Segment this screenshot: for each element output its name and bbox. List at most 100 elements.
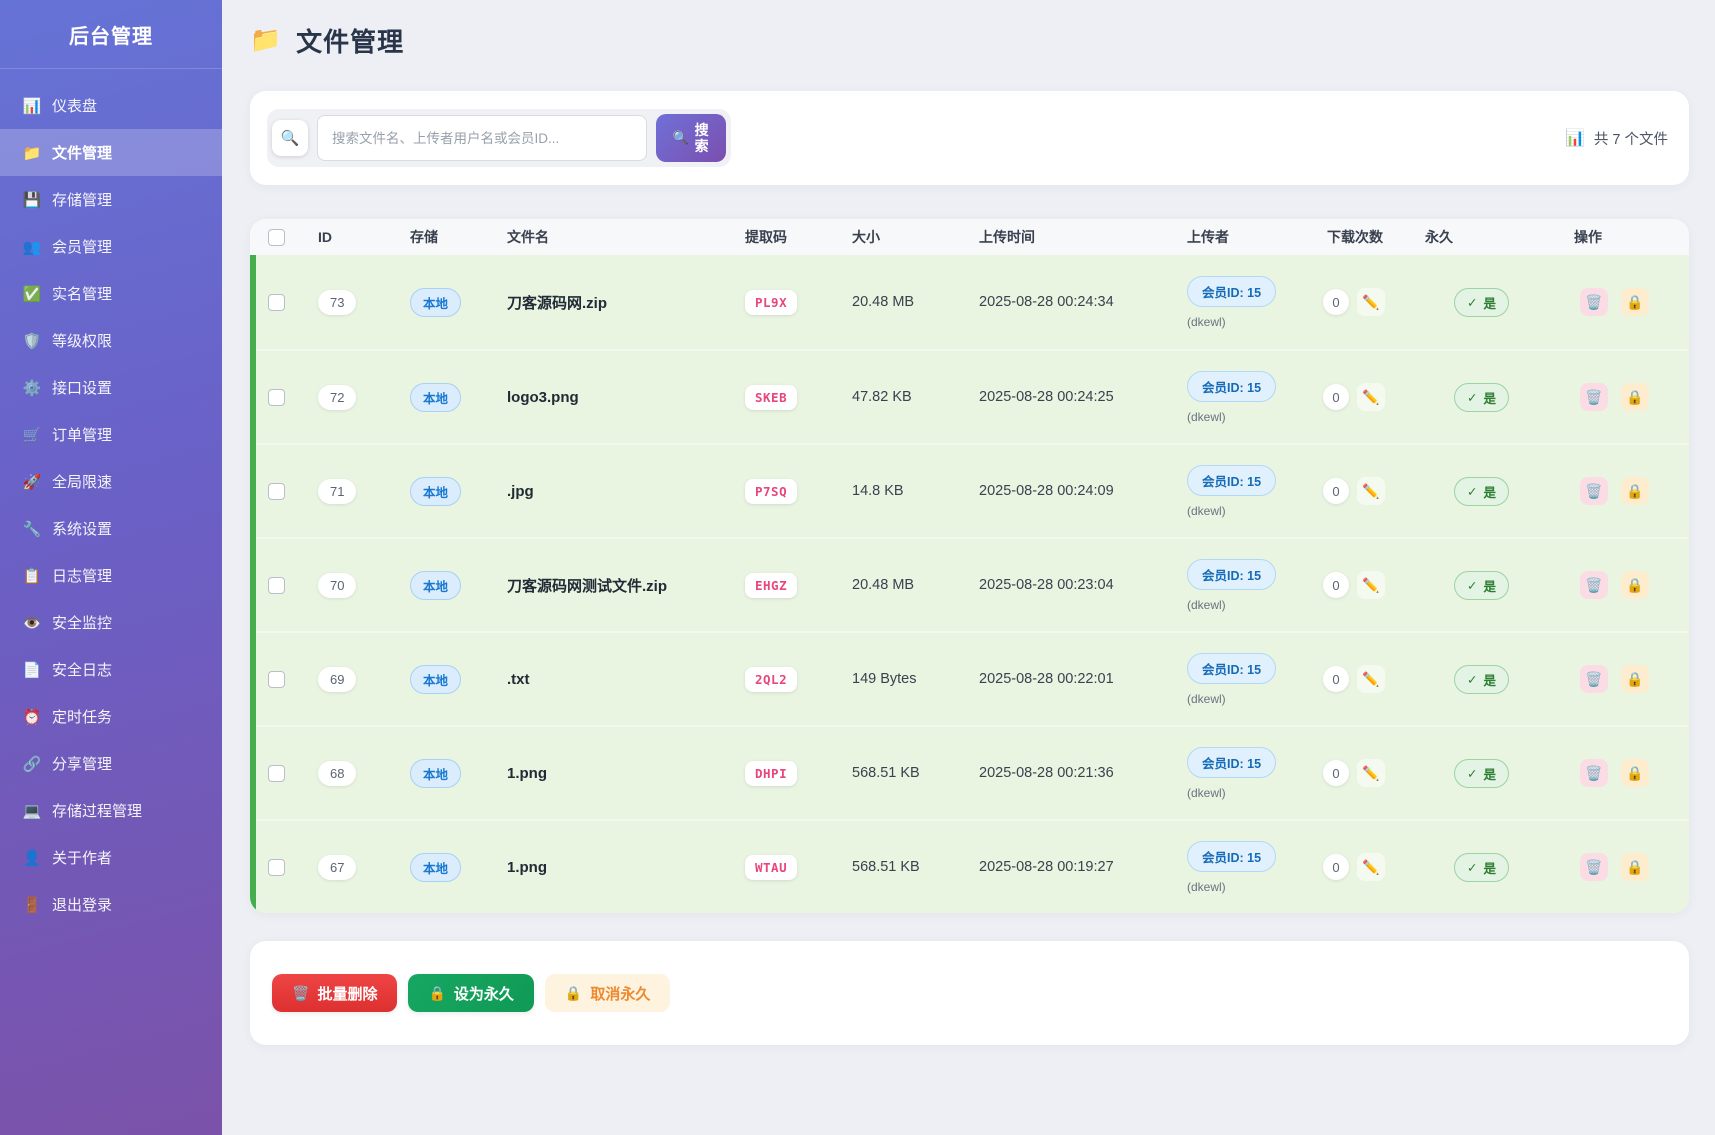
search-icon: 🔍: [272, 120, 308, 156]
delete-file-button[interactable]: 🗑️: [1580, 288, 1608, 316]
cancel-permanent-button[interactable]: 🔒 取消永久: [544, 974, 671, 1012]
sidebar-item-icon: 📊: [22, 97, 42, 115]
permanent-badge: ✓ 是: [1454, 476, 1509, 506]
sidebar-item[interactable]: 🚀 全局限速: [0, 458, 222, 505]
file-size: 14.8 KB: [852, 483, 904, 499]
edit-downloads-button[interactable]: ✏️: [1357, 477, 1385, 505]
sidebar-item-icon: 👤: [22, 849, 42, 867]
lock-file-button[interactable]: 🔒: [1621, 477, 1649, 505]
lock-file-button[interactable]: 🔒: [1621, 571, 1649, 599]
sidebar-item[interactable]: ⚙️ 接口设置: [0, 364, 222, 411]
edit-downloads-button[interactable]: ✏️: [1357, 853, 1385, 881]
upload-time: 2025-08-28 00:23:04: [979, 577, 1114, 593]
check-icon: ✓: [1467, 766, 1478, 781]
sidebar-item-label: 会员管理: [52, 239, 113, 256]
trash-icon: 🗑️: [292, 984, 310, 1001]
row-checkbox[interactable]: [268, 482, 285, 500]
select-all-checkbox[interactable]: [268, 228, 285, 246]
sidebar-item-label: 全局限速: [52, 474, 113, 491]
lock-file-button[interactable]: 🔒: [1621, 759, 1649, 787]
search-input[interactable]: [317, 115, 647, 161]
edit-downloads-button[interactable]: ✏️: [1357, 383, 1385, 411]
sidebar-item[interactable]: 🔧 系统设置: [0, 505, 222, 552]
sidebar-item[interactable]: 🚪 退出登录: [0, 881, 222, 928]
file-id-badge: 71: [318, 478, 357, 504]
lock-file-button[interactable]: 🔒: [1621, 288, 1649, 316]
sidebar-item[interactable]: 📋 日志管理: [0, 552, 222, 599]
permanent-badge: ✓ 是: [1454, 852, 1509, 882]
lock-file-button[interactable]: 🔒: [1621, 853, 1649, 881]
edit-downloads-button[interactable]: ✏️: [1357, 288, 1385, 316]
search-button-label: 搜索: [694, 121, 709, 154]
lock-icon: 🔒: [1626, 482, 1644, 499]
extract-code-badge: SKEB: [745, 384, 798, 410]
sidebar-item[interactable]: ⏰ 定时任务: [0, 693, 222, 740]
storage-badge: 本地: [410, 758, 462, 788]
extract-code-badge: WTAU: [745, 854, 798, 880]
table-row: 73 本地 刀客源码网.zip PL9X 20.48 MB 2025-08-28…: [256, 255, 1689, 349]
file-name: .jpg: [507, 482, 534, 500]
row-checkbox[interactable]: [268, 576, 285, 594]
column-header-filename: 文件名: [507, 229, 549, 245]
sidebar-item[interactable]: 📊 仪表盘: [0, 82, 222, 129]
table-row: 67 本地 1.png WTAU 568.51 KB 2025-08-28 00…: [256, 819, 1689, 913]
delete-file-button[interactable]: 🗑️: [1580, 853, 1608, 881]
delete-file-button[interactable]: 🗑️: [1580, 383, 1608, 411]
delete-file-button[interactable]: 🗑️: [1580, 759, 1608, 787]
sidebar-item[interactable]: 📁 文件管理: [0, 129, 222, 176]
table-body: 73 本地 刀客源码网.zip PL9X 20.48 MB 2025-08-28…: [250, 255, 1689, 913]
sidebar-item-label: 仪表盘: [52, 98, 98, 115]
check-icon: ✓: [1467, 672, 1478, 687]
row-checkbox[interactable]: [268, 293, 285, 311]
uploader-name: (dkewl): [1187, 314, 1226, 329]
delete-file-button[interactable]: 🗑️: [1580, 665, 1608, 693]
lock-icon: 🔒: [428, 984, 446, 1001]
search-bar: 🔍 🔍 搜索: [267, 109, 731, 167]
batch-delete-button[interactable]: 🗑️ 批量删除: [272, 974, 398, 1012]
sidebar-item[interactable]: 💾 存储管理: [0, 176, 222, 223]
row-checkbox[interactable]: [268, 764, 285, 782]
sidebar-item[interactable]: 🛒 订单管理: [0, 411, 222, 458]
sidebar-item[interactable]: 📄 安全日志: [0, 646, 222, 693]
trash-icon: 🗑️: [1585, 858, 1603, 875]
sidebar-item[interactable]: 💻 存储过程管理: [0, 787, 222, 834]
storage-badge: 本地: [410, 570, 462, 600]
edit-downloads-button[interactable]: ✏️: [1357, 665, 1385, 693]
sidebar-item[interactable]: 👥 会员管理: [0, 223, 222, 270]
sidebar-item[interactable]: ✅ 实名管理: [0, 270, 222, 317]
delete-file-button[interactable]: 🗑️: [1580, 571, 1608, 599]
set-permanent-button[interactable]: 🔒 设为永久: [408, 974, 534, 1012]
sidebar-item[interactable]: 👁️ 安全监控: [0, 599, 222, 646]
file-id-badge: 70: [318, 572, 357, 598]
check-icon: ✓: [1467, 484, 1478, 499]
column-header-downloads: 下载次数: [1327, 229, 1383, 245]
sidebar-item-label: 日志管理: [52, 568, 113, 585]
search-button[interactable]: 🔍 搜索: [656, 114, 726, 162]
sidebar-item-label: 退出登录: [52, 897, 113, 914]
column-header-uploader: 上传者: [1187, 229, 1229, 245]
row-checkbox[interactable]: [268, 670, 285, 688]
sidebar-item-icon: 👥: [22, 238, 42, 256]
delete-file-button[interactable]: 🗑️: [1580, 477, 1608, 505]
sidebar-item[interactable]: 🔗 分享管理: [0, 740, 222, 787]
uploader-name: (dkewl): [1187, 597, 1226, 612]
row-checkbox[interactable]: [268, 388, 285, 406]
edit-downloads-button[interactable]: ✏️: [1357, 759, 1385, 787]
lock-file-button[interactable]: 🔒: [1621, 665, 1649, 693]
uploader-name: (dkewl): [1187, 785, 1226, 800]
upload-time: 2025-08-28 00:22:01: [979, 671, 1114, 687]
sidebar-item-icon: 📋: [22, 567, 42, 585]
lock-icon: 🔒: [564, 984, 583, 1001]
sidebar-item-icon: 🚀: [22, 473, 42, 491]
permanent-label: 是: [1483, 296, 1496, 311]
sidebar-item[interactable]: 🛡️ 等级权限: [0, 317, 222, 364]
uploader-id-badge: 会员ID: 15: [1187, 275, 1277, 307]
app-title: 后台管理: [0, 0, 222, 69]
column-header-permanent: 永久: [1425, 229, 1453, 245]
lock-file-button[interactable]: 🔒: [1621, 383, 1649, 411]
sidebar-item-label: 接口设置: [52, 380, 113, 397]
row-checkbox[interactable]: [268, 858, 285, 876]
column-header-uploaded: 上传时间: [979, 229, 1035, 245]
edit-downloads-button[interactable]: ✏️: [1357, 571, 1385, 599]
sidebar-item[interactable]: 👤 关于作者: [0, 834, 222, 881]
